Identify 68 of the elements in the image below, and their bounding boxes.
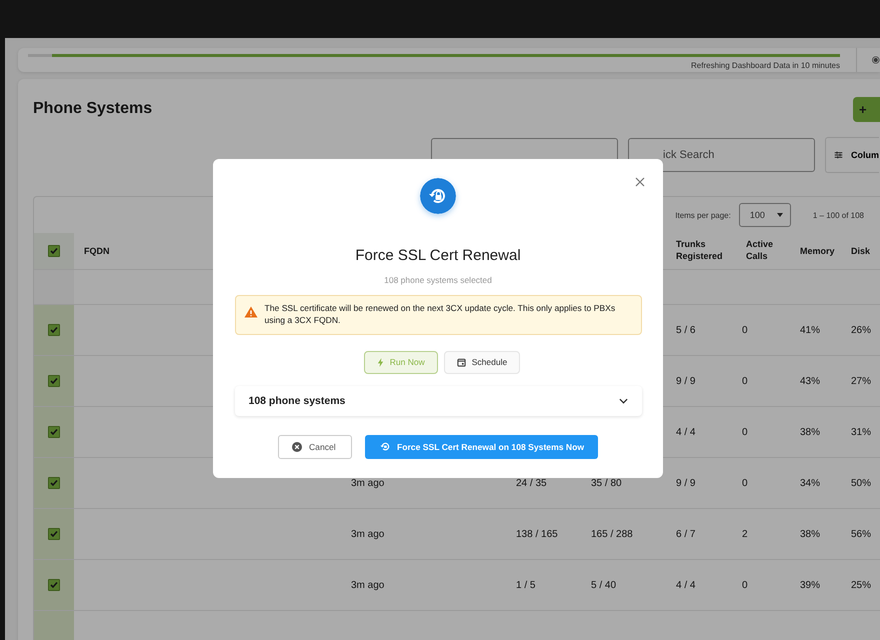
dialog-title: Force SSL Cert Renewal xyxy=(355,247,521,264)
table-cell: 3m ago xyxy=(351,528,384,540)
page-title: Phone Systems xyxy=(33,100,152,118)
row-checkbox[interactable] xyxy=(48,375,60,387)
table-cell: 0 xyxy=(742,376,748,386)
columns-button[interactable]: Colum xyxy=(825,137,879,173)
table-cell: 35 / 80 xyxy=(591,478,622,488)
lightning-icon xyxy=(376,358,384,367)
table-cell: 2 xyxy=(742,528,748,540)
column-header: Trunks Registered xyxy=(676,239,724,263)
search-field[interactable]: ick Search xyxy=(628,138,815,172)
table-cell: 9 / 9 xyxy=(676,478,696,488)
column-header: Active Calls xyxy=(746,239,774,263)
table-cell: 24 / 35 xyxy=(516,478,547,488)
table-cell: 0 xyxy=(742,324,748,336)
refresh-text: Refreshing Dashboard Data in 10 minutes xyxy=(691,61,840,70)
table-cell: 5 / 40 xyxy=(591,580,616,590)
column-header: Memory xyxy=(800,246,835,256)
table-cell: 56% xyxy=(851,528,872,540)
table-cell: 41% xyxy=(800,324,820,336)
row-checkbox[interactable] xyxy=(48,477,60,489)
cancel-button[interactable]: Cancel xyxy=(278,434,352,459)
column-header: Disk xyxy=(851,246,870,256)
table-cell: 0 xyxy=(742,580,748,590)
systems-dropdown[interactable]: 108 phone systems xyxy=(234,386,642,416)
table-cell: 4 / 4 xyxy=(676,580,696,590)
page-size-select[interactable]: 100 xyxy=(738,203,791,227)
close-icon[interactable] xyxy=(635,177,645,187)
table-cell: 4 / 4 xyxy=(676,426,696,438)
table-cell: 138 / 165 xyxy=(516,528,558,540)
table-cell: 0 xyxy=(742,426,748,438)
table-cell: 3m ago xyxy=(351,580,384,590)
renew-lock-icon xyxy=(420,178,456,214)
table-cell: 31% xyxy=(851,426,872,438)
row-checkbox[interactable] xyxy=(48,426,60,438)
table-cell: 38% xyxy=(800,528,820,540)
table-cell: 165 / 288 xyxy=(591,528,633,540)
table-cell: 3m ago xyxy=(351,478,384,488)
row-checkbox[interactable] xyxy=(48,324,60,336)
table-cell: 26% xyxy=(851,324,872,336)
row-checkbox[interactable] xyxy=(48,528,60,540)
dialog-subtitle: 108 phone systems selected xyxy=(384,275,492,285)
warning-icon xyxy=(244,306,258,318)
row-checkbox[interactable] xyxy=(48,579,60,591)
table-cell: 34% xyxy=(800,478,820,488)
mode-button[interactable]: Schedule xyxy=(444,350,520,374)
select-all-checkbox[interactable] xyxy=(48,245,60,257)
table-cell: 0 xyxy=(742,478,748,488)
sliders-icon xyxy=(834,149,843,161)
close-circle-icon xyxy=(292,442,302,452)
warning-text: The SSL certificate will be renewed on the next 3CX update cycle. This only applies to PBXs using a 3CX FQDN. xyxy=(264,302,616,327)
table-cell: 39% xyxy=(800,580,820,590)
column-header: FQDN xyxy=(84,246,110,256)
table-cell: 1 / 5 xyxy=(516,580,536,590)
table-cell: 27% xyxy=(851,376,872,386)
table-cell: 50% xyxy=(851,478,872,488)
table-cell: 5 / 6 xyxy=(676,324,696,336)
table-cell: 43% xyxy=(800,376,820,386)
table-cell: 38% xyxy=(800,426,820,438)
table-cell: 9 / 9 xyxy=(676,376,696,386)
page-range: 1 – 100 of 108 xyxy=(812,210,864,220)
calendar-icon xyxy=(456,358,466,367)
chevron-icon xyxy=(618,398,628,404)
table-cell: 25% xyxy=(851,580,872,590)
items-per-page-label: Items per page: xyxy=(675,210,731,220)
add-button[interactable]: + xyxy=(853,96,880,122)
renew-icon xyxy=(378,441,390,452)
table-cell: 6 / 7 xyxy=(676,528,696,540)
